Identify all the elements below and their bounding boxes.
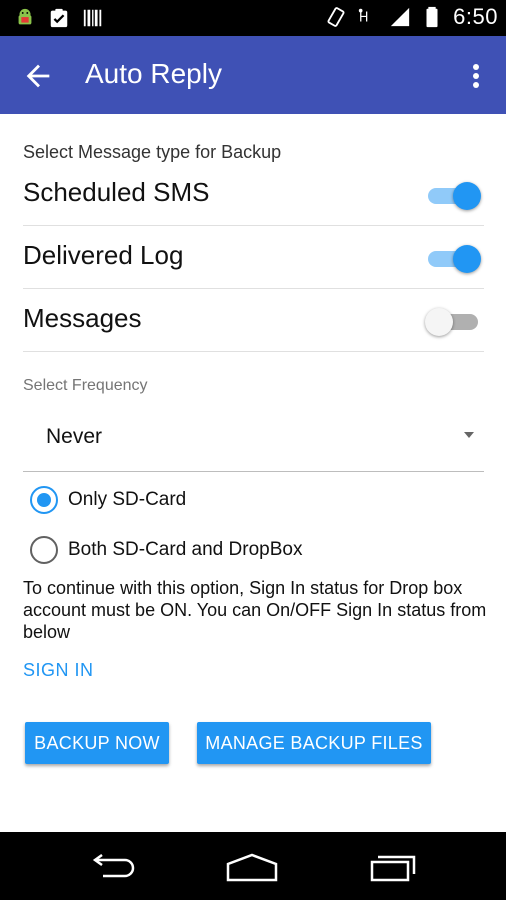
nav-recents-button[interactable]: [364, 850, 424, 884]
backup-row-label: Messages: [23, 303, 142, 333]
status-bar: H 6:50: [0, 0, 506, 36]
home-nav-icon: [226, 853, 278, 882]
backup-row-label: Delivered Log: [23, 240, 184, 270]
storage-option-label: Only SD-Card: [68, 489, 187, 510]
scheduled-sms-switch[interactable]: [425, 181, 481, 210]
arrow-left-icon: [26, 64, 50, 88]
storage-option-label: Both SD-Card and DropBox: [68, 539, 303, 560]
backup-type-heading: Select Message type for Backup: [23, 142, 282, 162]
signal-h-icon: H: [359, 8, 369, 26]
recents-nav-icon: [370, 855, 416, 882]
backup-row-scheduled-sms: Scheduled SMS: [23, 163, 484, 226]
barcode-icon: [83, 9, 102, 27]
frequency-selected-value: Never: [46, 425, 103, 448]
svg-text:H: H: [359, 11, 369, 26]
back-nav-icon: [92, 854, 135, 878]
app-bar: Auto Reply: [0, 36, 506, 114]
navigation-bar: [0, 832, 506, 900]
switch-thumb: [425, 308, 453, 336]
nav-home-button[interactable]: [222, 850, 282, 884]
backup-row-messages: Messages: [23, 289, 484, 352]
signal-bars-icon: [391, 7, 410, 27]
storage-option-sd-card[interactable]: Only SD-Card: [30, 483, 186, 517]
radio-button-checked[interactable]: [30, 486, 58, 514]
switch-thumb: [453, 182, 481, 210]
more-vert-icon: [473, 64, 479, 88]
dropdown-arrow-icon: [464, 432, 474, 438]
frequency-label: Select Frequency: [23, 377, 148, 394]
clipboard-check-icon: [50, 8, 68, 28]
manage-backup-files-button[interactable]: MANAGE BACKUP FILES: [197, 722, 431, 764]
frequency-dropdown[interactable]: Never: [23, 405, 484, 472]
nav-back-button[interactable]: [82, 850, 142, 884]
page-title: Auto Reply: [85, 58, 222, 89]
backup-now-button[interactable]: BACKUP NOW: [25, 722, 169, 764]
clock: 6:50: [453, 4, 498, 29]
backup-row-label: Scheduled SMS: [23, 177, 210, 207]
backup-row-delivered-log: Delivered Log: [23, 226, 484, 289]
dropbox-info-text: To continue with this option, Sign In st…: [23, 578, 487, 642]
overflow-menu-button[interactable]: [464, 56, 488, 96]
delivered-log-switch[interactable]: [425, 244, 481, 273]
sign-in-link[interactable]: SIGN IN: [23, 660, 94, 681]
battery-icon: [426, 6, 438, 28]
android-debug-icon: [18, 8, 32, 25]
storage-option-sd-dropbox[interactable]: Both SD-Card and DropBox: [30, 533, 302, 567]
back-button[interactable]: [16, 54, 60, 98]
radio-button-unchecked[interactable]: [30, 536, 58, 564]
rotate-phone-icon: [327, 7, 345, 27]
switch-thumb: [453, 245, 481, 273]
messages-switch[interactable]: [425, 307, 481, 336]
